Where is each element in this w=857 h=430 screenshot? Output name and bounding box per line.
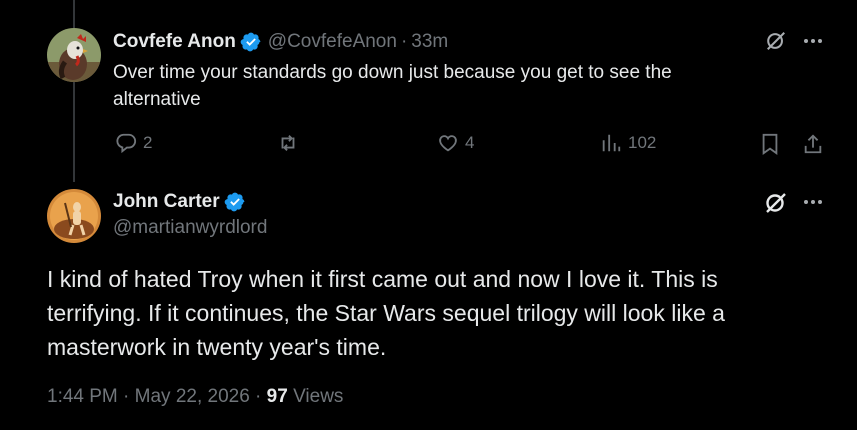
like-count: 4: [465, 133, 475, 152]
repost-icon: [281, 135, 295, 151]
view-count: 102: [628, 133, 657, 152]
analytics-icon: [602, 134, 621, 152]
avatar[interactable]: [47, 189, 101, 243]
like-button[interactable]: 4: [437, 132, 474, 154]
grok-icon[interactable]: [764, 30, 788, 52]
tweet-meta: 1:44 PM · May 22, 2026 · 97 Views: [47, 386, 343, 408]
reply-icon: [116, 133, 137, 154]
handle[interactable]: @CovfefeAnon: [268, 31, 397, 53]
share-icon: [804, 134, 822, 154]
views-label: Views: [287, 386, 344, 407]
repost-button[interactable]: [276, 132, 300, 154]
share-button[interactable]: [801, 132, 825, 156]
more-options-icon[interactable]: [800, 30, 826, 52]
handle[interactable]: @martianwyrdlord: [113, 217, 267, 239]
verified-badge-icon[interactable]: [224, 191, 246, 213]
tweet-text: Over time your standards go down just be…: [113, 62, 672, 110]
grok-icon[interactable]: [764, 191, 788, 215]
tweet-timestamp[interactable]: 1:44 PM · May 22, 2026 ·: [47, 386, 267, 407]
reply-count: 2: [143, 133, 153, 152]
tweet-text: I kind of hated Troy when it first came …: [47, 266, 725, 360]
heart-icon: [439, 135, 457, 152]
display-name[interactable]: Covfefe Anon: [113, 31, 236, 53]
more-options-icon[interactable]: [800, 191, 826, 213]
separator-dot: ·: [400, 31, 408, 52]
view-count: 97: [266, 386, 288, 407]
verified-badge-icon[interactable]: [240, 31, 262, 53]
reply-button[interactable]: 2: [115, 132, 152, 154]
avatar[interactable]: [47, 28, 101, 82]
views-button[interactable]: 102: [600, 132, 656, 154]
bookmark-button[interactable]: [758, 132, 782, 156]
timestamp[interactable]: 33m: [411, 31, 448, 53]
display-name[interactable]: John Carter: [113, 191, 220, 213]
bookmark-icon: [762, 133, 778, 155]
